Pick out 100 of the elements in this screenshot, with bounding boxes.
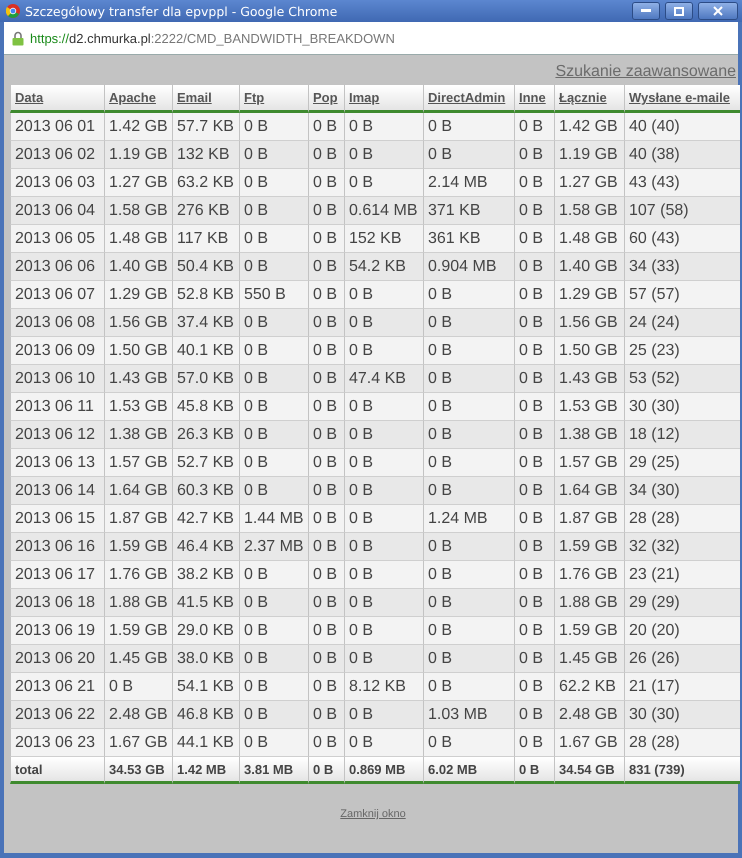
table-cell: 0 B — [239, 337, 308, 365]
table-cell: 1.53 GB — [104, 393, 172, 421]
table-cell: 1.43 GB — [554, 365, 624, 393]
table-cell: 0 B — [514, 225, 554, 253]
table-cell: 40.1 KB — [172, 337, 239, 365]
table-cell: 24 (24) — [624, 309, 740, 337]
table-cell: 2.14 MB — [423, 169, 514, 197]
table-cell: 276 KB — [172, 197, 239, 225]
table-cell: 2013 06 15 — [10, 505, 104, 533]
table-cell: 57.0 KB — [172, 365, 239, 393]
table-cell: 107 (58) — [624, 197, 740, 225]
table-cell: 0 B — [344, 477, 423, 505]
table-cell: 0 B — [423, 365, 514, 393]
table-cell: 0 B — [344, 729, 423, 757]
table-cell: 47.4 KB — [344, 365, 423, 393]
table-cell: 0 B — [514, 393, 554, 421]
close-icon — [713, 6, 723, 16]
table-cell: 0 B — [514, 617, 554, 645]
table-cell: 1.64 GB — [554, 477, 624, 505]
table-cell: 21 (17) — [624, 673, 740, 701]
minimize-button[interactable] — [632, 2, 660, 20]
maximize-button[interactable] — [665, 2, 693, 20]
table-cell: 2013 06 23 — [10, 729, 104, 757]
table-cell: 0 B — [308, 449, 344, 477]
table-cell: 1.29 GB — [554, 281, 624, 309]
table-cell: 0 B — [514, 449, 554, 477]
table-cell: 0 B — [514, 337, 554, 365]
table-cell: 46.8 KB — [172, 701, 239, 729]
table-cell: 0 B — [423, 309, 514, 337]
table-cell: 1.27 GB — [554, 169, 624, 197]
table-cell: 1.59 GB — [554, 617, 624, 645]
table-cell: 1.45 GB — [104, 645, 172, 673]
close-button[interactable] — [698, 2, 738, 20]
table-cell: 2013 06 04 — [10, 197, 104, 225]
table-cell: 8.12 KB — [344, 673, 423, 701]
table-cell: 0 B — [308, 617, 344, 645]
table-cell: 0 B — [344, 561, 423, 589]
table-cell: 2013 06 10 — [10, 365, 104, 393]
table-cell: 37.4 KB — [172, 309, 239, 337]
total-cell: 831 (739) — [624, 757, 740, 784]
url-text: https://d2.chmurka.pl:2222/CMD_BANDWIDTH_BREAKDOWN — [30, 30, 395, 46]
table-cell: 0 B — [308, 421, 344, 449]
table-cell: 43 (43) — [624, 169, 740, 197]
table-cell: 0 B — [514, 365, 554, 393]
table-cell: 1.19 GB — [554, 141, 624, 169]
table-cell: 57.7 KB — [172, 113, 239, 141]
table-cell: 0 B — [423, 589, 514, 617]
column-header-link[interactable]: Data — [15, 90, 44, 105]
table-cell: 0 B — [308, 281, 344, 309]
table-cell: 0 B — [239, 701, 308, 729]
table-cell: 132 KB — [172, 141, 239, 169]
table-cell: 2.48 GB — [554, 701, 624, 729]
table-cell: 0 B — [239, 253, 308, 281]
table-cell: 26.3 KB — [172, 421, 239, 449]
column-header-link[interactable]: Ftp — [244, 90, 264, 105]
table-cell: 57 (57) — [624, 281, 740, 309]
table-cell: 0 B — [308, 309, 344, 337]
table-cell: 0 B — [239, 365, 308, 393]
table-cell: 0 B — [344, 337, 423, 365]
table-cell: 550 B — [239, 281, 308, 309]
table-cell: 0 B — [344, 141, 423, 169]
table-cell: 52.7 KB — [172, 449, 239, 477]
table-cell: 0 B — [308, 645, 344, 673]
table-cell: 0 B — [514, 729, 554, 757]
table-cell: 2013 06 05 — [10, 225, 104, 253]
table-cell: 60 (43) — [624, 225, 740, 253]
table-cell: 0 B — [514, 113, 554, 141]
table-cell: 2013 06 21 — [10, 673, 104, 701]
table-cell: 0 B — [308, 505, 344, 533]
table-cell: 1.87 GB — [104, 505, 172, 533]
table-cell: 0 B — [308, 533, 344, 561]
total-cell: 0 B — [514, 757, 554, 784]
total-cell: 34.54 GB — [554, 757, 624, 784]
table-cell: 0 B — [344, 113, 423, 141]
total-cell: 34.53 GB — [104, 757, 172, 784]
table-cell: 1.38 GB — [104, 421, 172, 449]
table-cell: 0 B — [423, 617, 514, 645]
table-cell: 28 (28) — [624, 729, 740, 757]
table-cell: 1.58 GB — [554, 197, 624, 225]
table-cell: 0 B — [514, 645, 554, 673]
lock-icon — [12, 30, 24, 46]
table-cell: 1.45 GB — [554, 645, 624, 673]
table-cell: 0 B — [423, 449, 514, 477]
table-cell: 0 B — [308, 253, 344, 281]
table-cell: 2013 06 20 — [10, 645, 104, 673]
table-cell: 1.48 GB — [554, 225, 624, 253]
table-cell: 361 KB — [423, 225, 514, 253]
table-cell: 0 B — [423, 561, 514, 589]
table-cell: 0 B — [308, 393, 344, 421]
table-cell: 1.57 GB — [104, 449, 172, 477]
table-cell: 0 B — [239, 309, 308, 337]
table-cell: 0 B — [308, 169, 344, 197]
table-cell: 2013 06 22 — [10, 701, 104, 729]
total-cell: 6.02 MB — [423, 757, 514, 784]
table-cell: 0 B — [239, 169, 308, 197]
table-cell: 2013 06 06 — [10, 253, 104, 281]
table-cell: 1.88 GB — [554, 589, 624, 617]
table-cell: 0 B — [514, 197, 554, 225]
table-cell: 0 B — [514, 281, 554, 309]
table-cell: 1.76 GB — [554, 561, 624, 589]
